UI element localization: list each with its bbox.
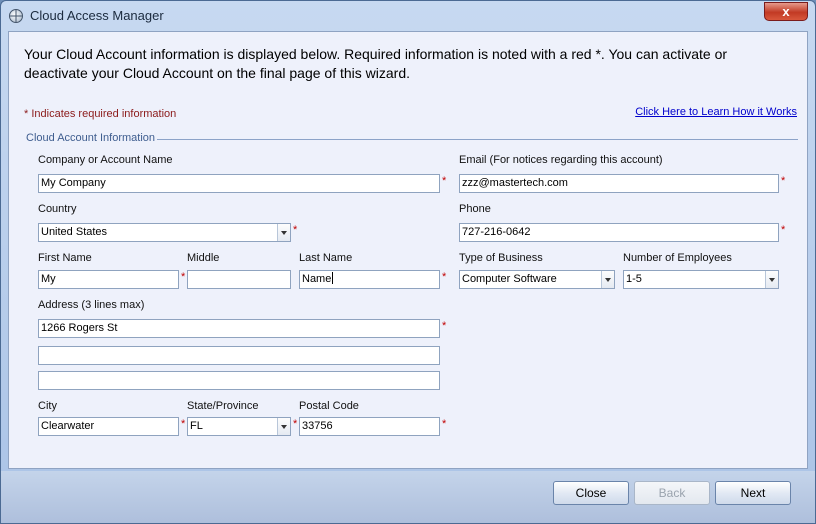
last-name-value: Name (302, 273, 332, 285)
business-type-value: Computer Software (462, 273, 557, 285)
learn-how-it-works-link[interactable]: Click Here to Learn How it Works (635, 106, 797, 118)
last-name-label: Last Name (299, 252, 353, 264)
phone-label: Phone (459, 203, 491, 215)
country-value: United States (41, 226, 108, 238)
middle-label: Middle (187, 252, 220, 264)
postal-code-label: Postal Code (299, 400, 359, 412)
email-label: Email (For notices regarding this accoun… (459, 154, 663, 166)
business-type-label: Type of Business (459, 252, 543, 264)
country-required-marker: * (293, 224, 298, 236)
section-title: Cloud Account Information (26, 132, 156, 144)
text-caret (332, 272, 334, 284)
email-input[interactable]: zzz@mastertech.com (459, 174, 779, 193)
address-line3-input[interactable] (38, 371, 440, 390)
company-label: Company or Account Name (38, 154, 173, 166)
chevron-down-icon[interactable] (277, 418, 290, 435)
chevron-down-icon[interactable] (277, 224, 290, 241)
city-input[interactable]: Clearwater (38, 417, 179, 436)
employees-value: 1-5 (626, 273, 642, 285)
globe-icon (9, 9, 23, 23)
phone-required-marker: * (781, 224, 786, 236)
company-input[interactable]: My Company (38, 174, 440, 193)
window-title: Cloud Access Manager (30, 8, 164, 23)
next-button[interactable]: Next (715, 481, 791, 505)
company-required-marker: * (442, 175, 447, 187)
window-close-button[interactable]: x (764, 2, 808, 21)
state-required-marker: * (293, 418, 298, 430)
section-divider (157, 139, 798, 140)
country-select[interactable]: United States (38, 223, 291, 242)
employees-label: Number of Employees (623, 252, 732, 264)
first-name-input[interactable]: My (38, 270, 179, 289)
state-value: FL (190, 420, 203, 432)
email-required-marker: * (781, 175, 786, 187)
middle-input[interactable] (187, 270, 291, 289)
last-name-required-marker: * (442, 271, 447, 283)
country-label: Country (38, 203, 77, 215)
chevron-down-icon[interactable] (601, 271, 614, 288)
state-label: State/Province (187, 400, 259, 412)
required-note: * Indicates required information (24, 108, 177, 120)
first-name-required-marker: * (181, 271, 186, 283)
wizard-panel: Your Cloud Account information is displa… (8, 31, 808, 469)
wizard-footer: Close Back Next (1, 471, 815, 523)
close-button[interactable]: Close (553, 481, 629, 505)
back-button: Back (634, 481, 710, 505)
address-line2-input[interactable] (38, 346, 440, 365)
employees-select[interactable]: 1-5 (623, 270, 779, 289)
address-label: Address (3 lines max) (38, 299, 145, 311)
postal-code-input[interactable]: 33756 (299, 417, 440, 436)
cloud-access-manager-window: Cloud Access Manager x Your Cloud Accoun… (0, 0, 816, 524)
last-name-input[interactable]: Name (299, 270, 440, 289)
address-required-marker: * (442, 320, 447, 332)
phone-input[interactable]: 727-216-0642 (459, 223, 779, 242)
header-instructions: Your Cloud Account information is displa… (24, 46, 728, 81)
city-required-marker: * (181, 418, 186, 430)
postal-code-required-marker: * (442, 418, 447, 430)
title-bar[interactable]: Cloud Access Manager x (1, 1, 815, 31)
chevron-down-icon[interactable] (765, 271, 778, 288)
city-label: City (38, 400, 57, 412)
business-type-select[interactable]: Computer Software (459, 270, 615, 289)
state-select[interactable]: FL (187, 417, 291, 436)
address-line1-input[interactable]: 1266 Rogers St (38, 319, 440, 338)
first-name-label: First Name (38, 252, 92, 264)
